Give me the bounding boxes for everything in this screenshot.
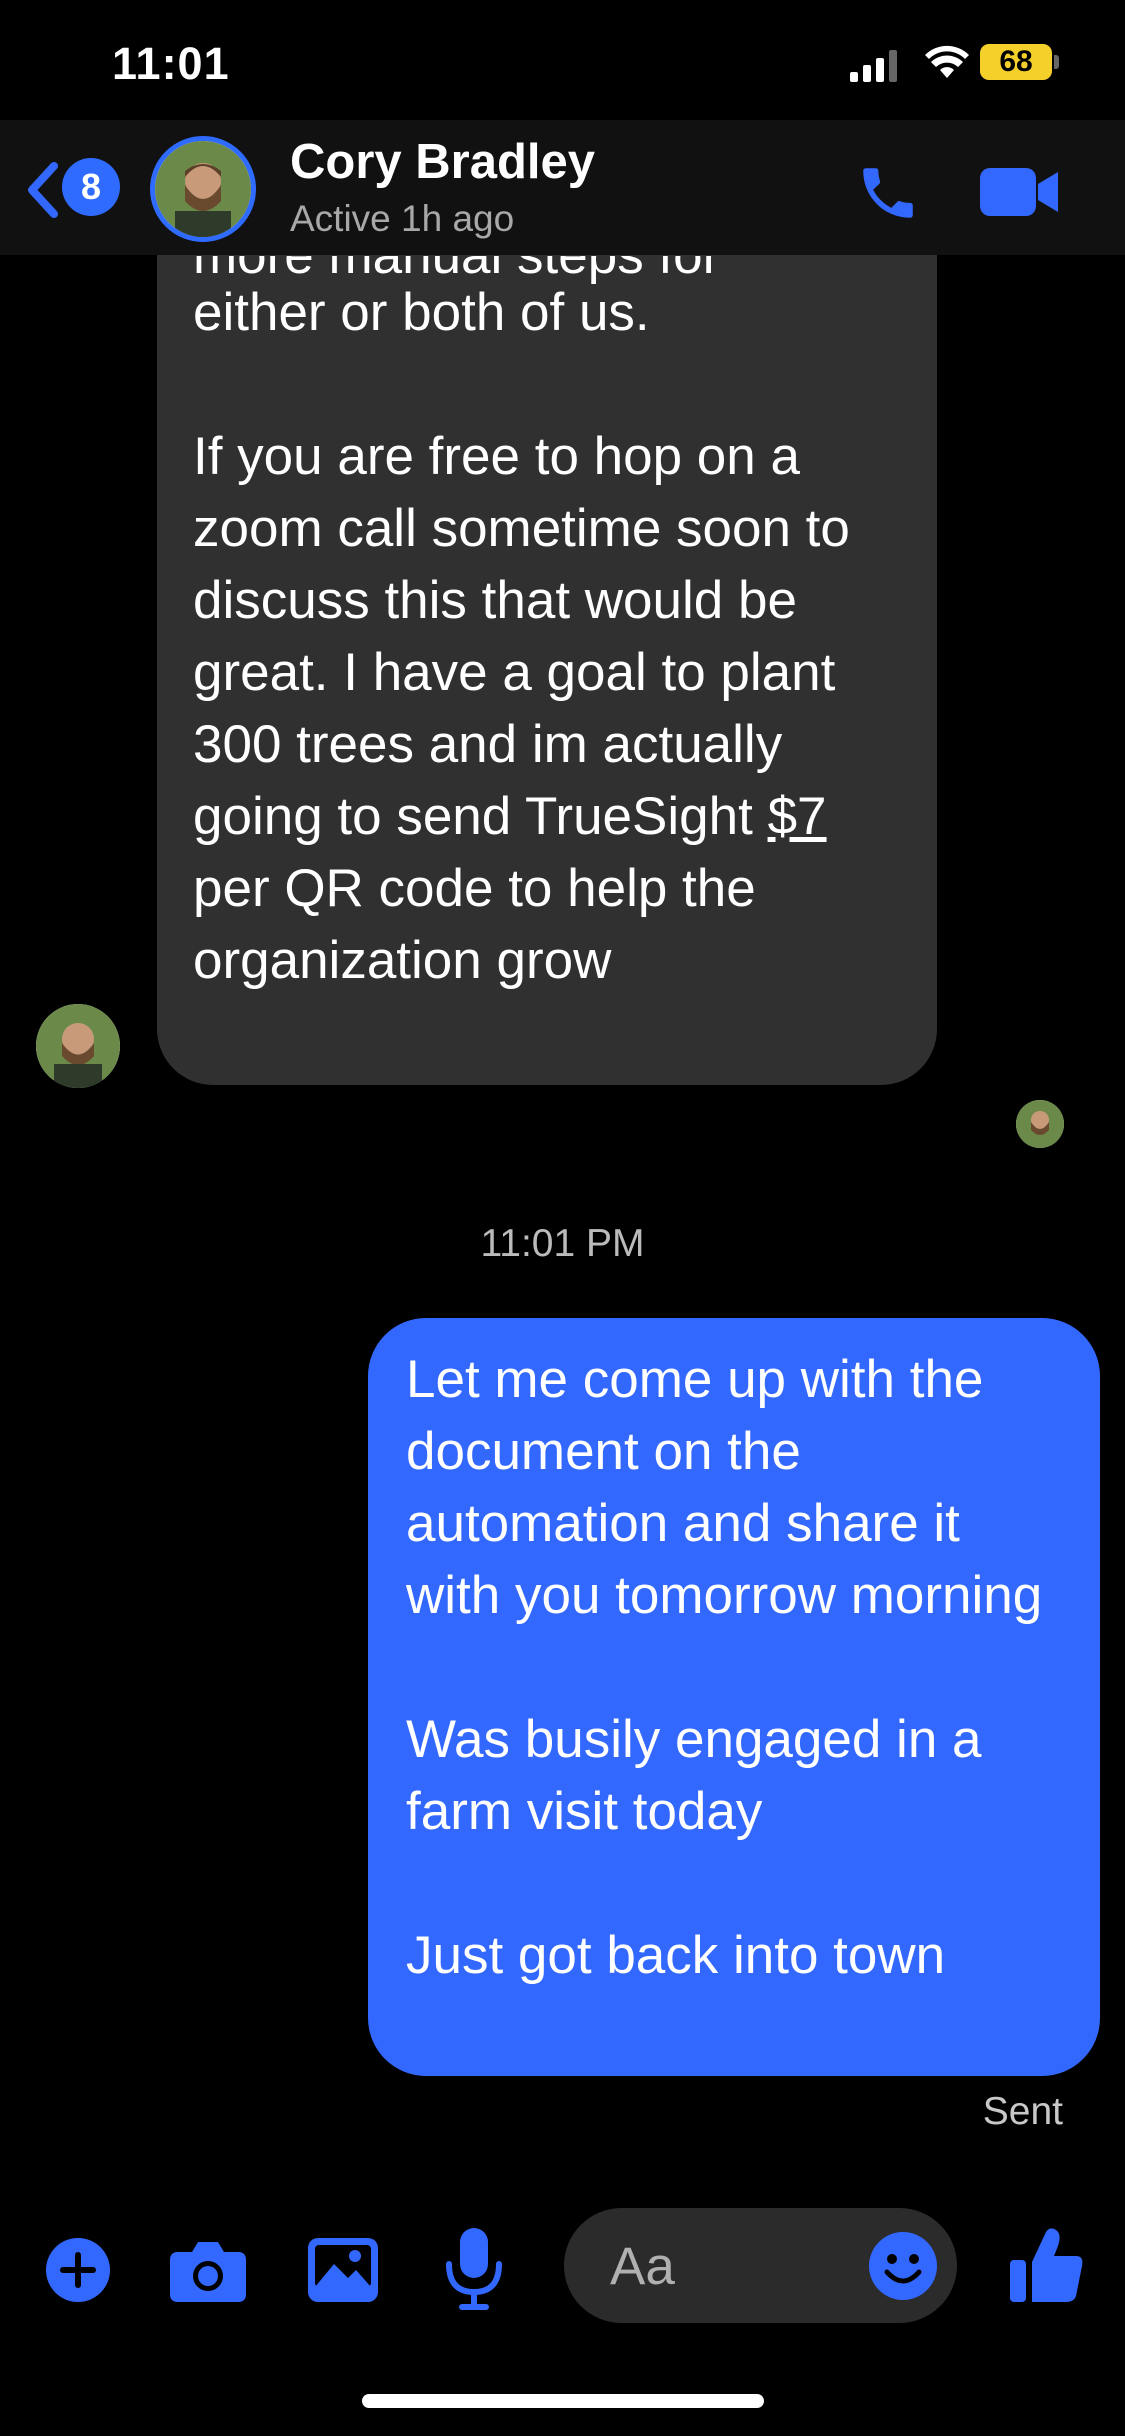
message-timestamp: 11:01 PM [480, 1222, 645, 1265]
message-text: Just got back into town [406, 1926, 946, 1985]
message-text-segment: If you are free to hop on a zoom call so… [193, 427, 850, 846]
sender-avatar[interactable] [36, 1004, 120, 1088]
message-input[interactable]: Aa [564, 2208, 957, 2323]
message-text: Was busily engaged in a farm visit today [406, 1710, 982, 1841]
message-input-placeholder: Aa [610, 2237, 675, 2296]
message-text: Let me come up with the document on the … [406, 1350, 1043, 1625]
incoming-message-bubble[interactable]: either or both of us. If you are free to… [157, 255, 937, 1085]
wifi-icon [925, 45, 969, 78]
contact-avatar[interactable] [150, 136, 256, 242]
home-indicator[interactable] [362, 2394, 764, 2408]
conversation-header: 8 Cory Bradley Active 1h ago [0, 120, 1125, 255]
cellular-signal-icon [850, 50, 897, 82]
outgoing-message-bubble[interactable]: Let me come up with the document on the … [368, 1318, 1100, 2076]
message-text-segment: per QR code to help the organization gro… [193, 859, 756, 990]
phone-icon[interactable] [855, 160, 921, 226]
microphone-icon[interactable] [445, 2228, 503, 2310]
battery-indicator: 68 [980, 44, 1052, 80]
battery-tip [1054, 55, 1059, 69]
unread-badge[interactable]: 8 [62, 158, 120, 216]
contact-name[interactable]: Cory Bradley [290, 134, 595, 190]
plus-icon[interactable] [44, 2236, 112, 2304]
delivery-status: Sent [982, 2090, 1063, 2133]
image-icon[interactable] [308, 2238, 378, 2302]
emoji-icon[interactable] [867, 2230, 939, 2302]
active-status: Active 1h ago [290, 198, 515, 239]
back-icon[interactable] [22, 160, 62, 220]
thumbs-up-icon[interactable] [1010, 2226, 1084, 2304]
read-receipt-avatar [1016, 1100, 1064, 1148]
status-bar: 11:01 68 [0, 0, 1125, 130]
camera-icon[interactable] [170, 2238, 246, 2302]
amount-link[interactable]: $7 [768, 787, 827, 846]
status-time: 11:01 [112, 38, 230, 89]
video-icon[interactable] [980, 166, 1060, 218]
message-text: If you are free to hop on a zoom call so… [193, 421, 901, 997]
